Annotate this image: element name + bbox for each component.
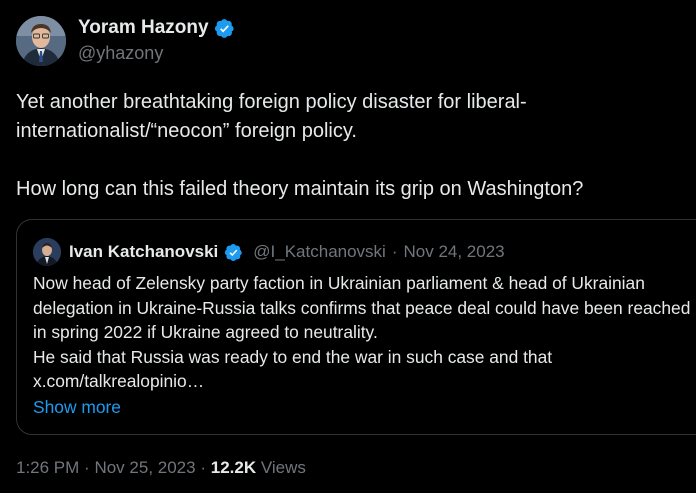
quoted-tweet-header: Ivan Katchanovski @I_Katchanovski · Nov … — [33, 238, 505, 266]
tweet-text: Yet another breathtaking foreign policy … — [16, 91, 584, 200]
show-more-link[interactable]: Show more — [33, 397, 121, 418]
quoted-header-separator: · — [391, 242, 398, 261]
quoted-tweet-text: Now head of Zelensky party faction in Uk… — [33, 271, 696, 394]
tweet-time[interactable]: 1:26 PM — [16, 458, 79, 477]
quoted-author-photo — [33, 238, 61, 266]
quoted-author-avatar[interactable] — [33, 238, 61, 266]
quoted-text-continued: He said that Russia was ready to end the… — [33, 346, 553, 367]
author-handle[interactable]: @yhazony — [78, 43, 235, 64]
quoted-author-handle[interactable]: @I_Katchanovski — [253, 242, 386, 262]
quoted-author-name[interactable]: Ivan Katchanovski — [69, 242, 218, 262]
verified-badge-icon[interactable] — [214, 18, 235, 39]
author-photo — [16, 16, 66, 66]
meta-separator: · — [84, 458, 90, 477]
quoted-text-main: Now head of Zelensky party faction in Uk… — [33, 273, 691, 342]
quoted-tweet-card[interactable]: Ivan Katchanovski @I_Katchanovski · Nov … — [16, 219, 696, 435]
views-count[interactable]: 12.2K — [211, 458, 256, 477]
quoted-date[interactable]: Nov 24, 2023 — [404, 242, 505, 262]
quoted-verified-badge-icon[interactable] — [224, 243, 243, 262]
author-name-row: Yoram Hazony — [78, 17, 235, 39]
tweet-date[interactable]: Nov 25, 2023 — [94, 458, 195, 477]
author-info: Yoram Hazony @yhazony — [78, 17, 235, 64]
quoted-link[interactable]: x.com/talkrealopinio… — [33, 371, 204, 391]
author-avatar[interactable] — [16, 16, 66, 66]
tweet-metadata: 1:26 PM · Nov 25, 2023 · 12.2K Views — [16, 458, 306, 478]
author-name[interactable]: Yoram Hazony — [78, 17, 209, 39]
views-label[interactable]: Views — [261, 458, 306, 477]
meta-separator: · — [200, 458, 206, 477]
